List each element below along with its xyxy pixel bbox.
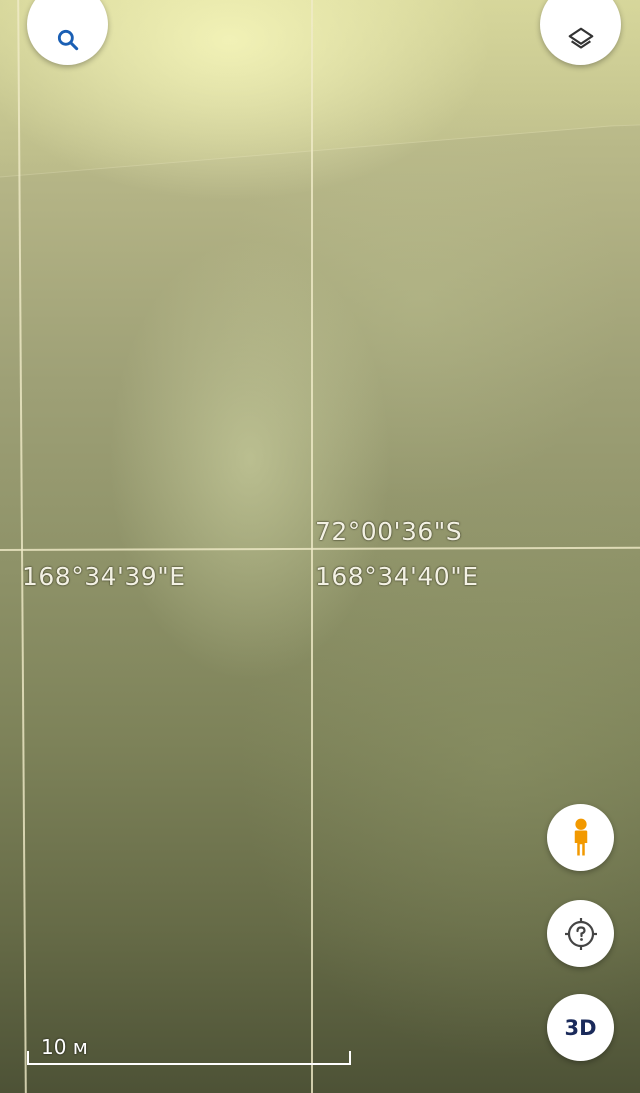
longitude-label: 168°34'40"E (315, 562, 479, 591)
grid-line-parallel (0, 546, 640, 551)
street-view-button[interactable] (547, 804, 614, 871)
latitude-label: 72°00'36"S (315, 517, 463, 546)
crosshair-question-icon (564, 917, 597, 950)
grid-line-meridian (311, 0, 313, 1093)
layers-icon (568, 27, 593, 49)
scale-ruler (27, 1051, 351, 1065)
longitude-label: 168°34'39"E (22, 562, 186, 591)
satellite-map[interactable]: 72°00'36"S 168°34'39"E 168°34'40"E 3D 10… (0, 0, 640, 1093)
search-icon (57, 29, 78, 50)
pegman-icon (574, 818, 587, 855)
my-location-button[interactable] (547, 900, 614, 967)
3d-toggle-button[interactable]: 3D (547, 994, 614, 1061)
scale-bar: 10 м (27, 1035, 353, 1065)
3d-label: 3D (564, 1015, 597, 1040)
